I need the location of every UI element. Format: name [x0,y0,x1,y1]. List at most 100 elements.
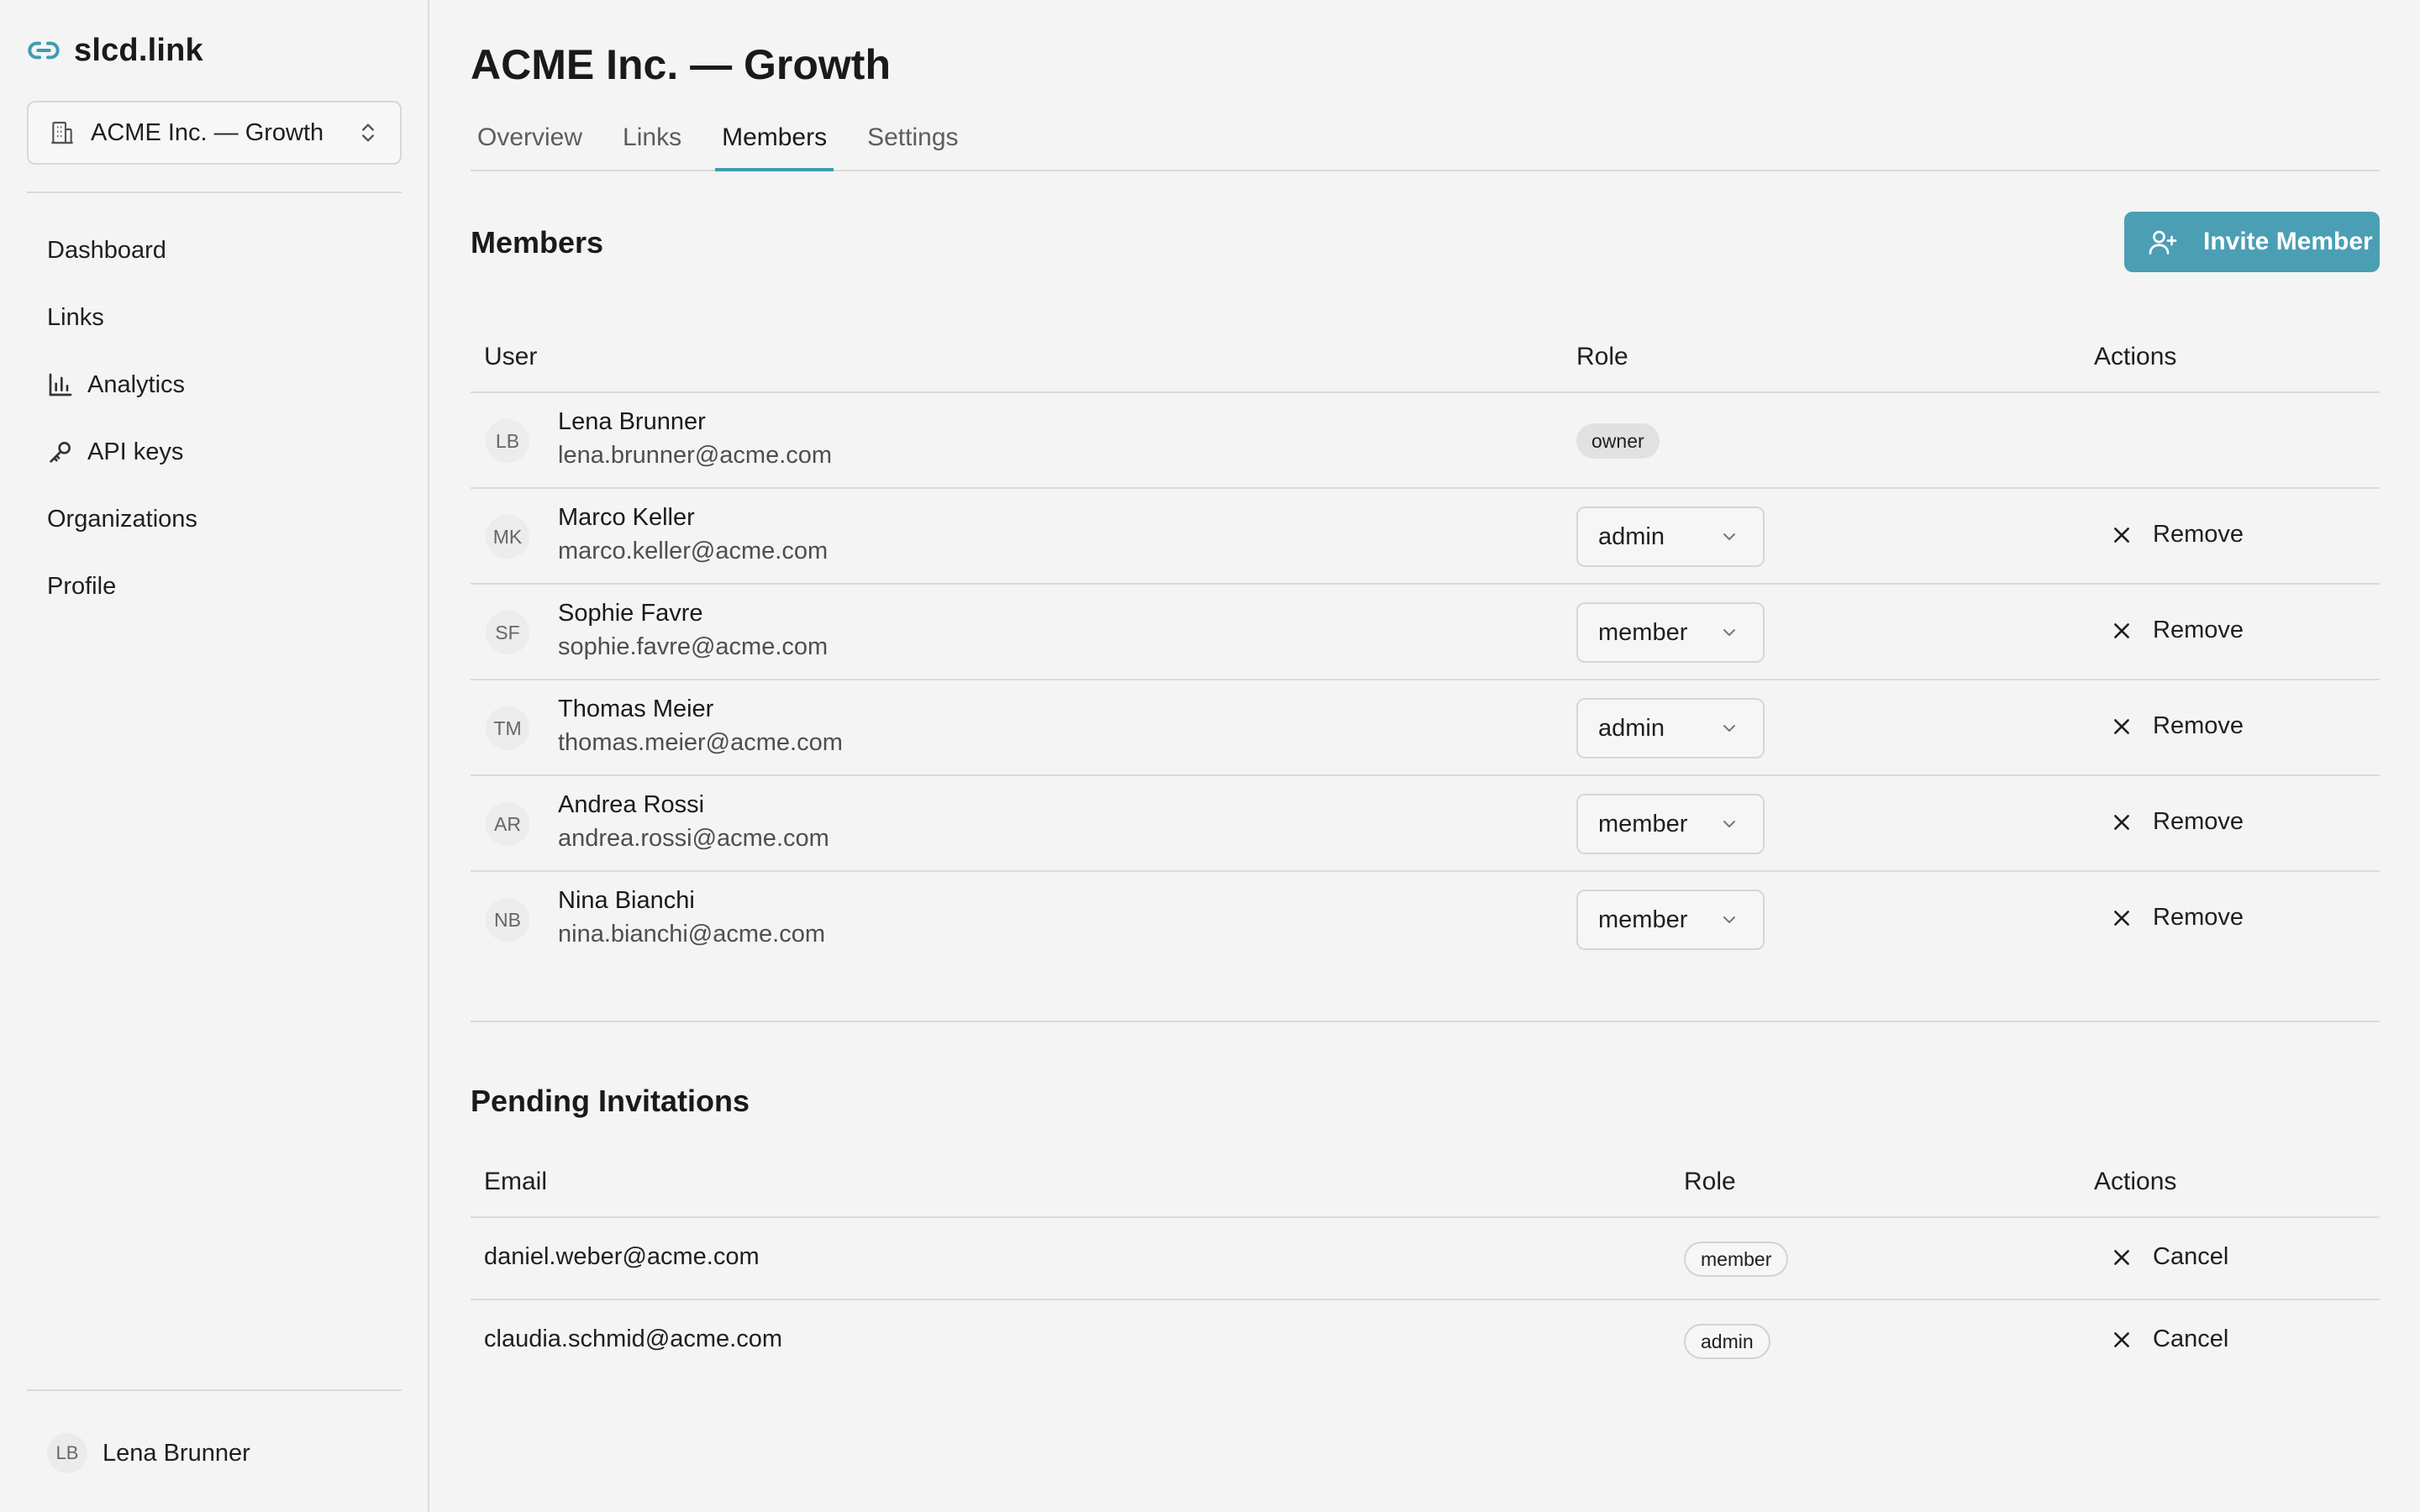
tab-members[interactable]: Members [715,114,834,171]
avatar: NB [486,898,529,942]
role-select-value: member [1598,810,1688,837]
user-plus-icon [2149,230,2177,255]
members-table: User Role Actions LB Lena Brunner lena.b… [471,299,2380,968]
member-name: Marco Keller [558,504,695,531]
sidebar-item-label: Dashboard [47,236,166,264]
role-select-value: admin [1598,714,1665,742]
remove-member-button[interactable]: Remove [2111,808,2244,836]
brand-name: slcd.link [74,32,203,68]
building-icon [51,121,73,144]
tab-links[interactable]: Links [616,114,688,170]
cancel-invitation-button[interactable]: Cancel [2111,1243,2228,1271]
remove-label: Remove [2153,521,2244,548]
brand[interactable]: slcd.link [27,30,203,71]
cancel-invitation-button[interactable]: Cancel [2111,1326,2228,1353]
member-email: andrea.rossi@acme.com [558,825,829,852]
column-header-actions: Actions [2094,1168,2177,1195]
sidebar-item-links[interactable]: Links [27,284,402,351]
remove-member-button[interactable]: Remove [2111,617,2244,644]
cancel-label: Cancel [2153,1243,2229,1270]
member-email: thomas.meier@acme.com [558,729,843,756]
chevron-down-icon [1723,533,1735,540]
role-select[interactable]: member [1576,890,1765,950]
tab-bar: Overview Links Members Settings [471,114,2380,171]
bar-chart-icon [49,373,72,396]
avatar: LB [486,419,529,463]
org-switcher[interactable]: ACME Inc. — Growth [27,101,402,165]
member-name: Sophie Favre [558,600,703,627]
section-divider [471,1021,2380,1022]
sidebar-nav: Dashboard Links Analytics API keys Organ… [27,217,402,620]
invite-member-button[interactable]: Invite Member [2124,212,2380,272]
sidebar-item-api-keys[interactable]: API keys [27,418,402,486]
role-badge: member [1684,1242,1789,1277]
tab-overview[interactable]: Overview [471,114,589,170]
chevron-down-icon [1723,629,1735,636]
remove-member-button[interactable]: Remove [2111,904,2244,932]
invitations-table-header: Email Role Actions [471,1124,2380,1218]
invitation-email: daniel.weber@acme.com [484,1243,760,1270]
members-title: Members [471,225,604,260]
sidebar-item-organizations[interactable]: Organizations [27,486,402,553]
avatar: LB [47,1433,87,1473]
table-row: MK Marco Keller marco.keller@acme.com ad… [471,489,2380,585]
table-row: claudia.schmid@acme.com admin Cancel [471,1300,2380,1383]
role-select[interactable]: admin [1576,698,1765,759]
current-user[interactable]: LB Lena Brunner [47,1433,250,1473]
sidebar-item-dashboard[interactable]: Dashboard [27,217,402,284]
remove-label: Remove [2153,617,2244,643]
role-select[interactable]: member [1576,602,1765,663]
table-row: TM Thomas Meier thomas.meier@acme.com ad… [471,680,2380,776]
sidebar-item-analytics[interactable]: Analytics [27,351,402,418]
member-email: marco.keller@acme.com [558,538,829,564]
members-table-header: User Role Actions [471,299,2380,393]
member-email: lena.brunner@acme.com [558,442,833,469]
role-select[interactable]: member [1576,794,1765,854]
close-icon [2114,527,2129,543]
invitations-table: Email Role Actions daniel.weber@acme.com… [471,1124,2380,1383]
column-header-user: User [484,343,538,370]
chevron-down-icon [1723,916,1735,923]
avatar: MK [486,515,529,559]
close-icon [2114,814,2129,830]
role-badge: admin [1684,1324,1770,1359]
current-user-name: Lena Brunner [103,1439,250,1467]
close-icon [2114,1249,2129,1265]
avatar: AR [486,802,529,846]
column-header-role: Role [1576,343,1628,370]
role-select[interactable]: admin [1576,507,1765,567]
sidebar-item-label: Analytics [87,370,186,398]
role-select-value: member [1598,618,1688,646]
link-icon [28,41,60,60]
member-email: nina.bianchi@acme.com [558,921,825,948]
page-title: ACME Inc. — Growth [471,41,891,88]
column-header-actions: Actions [2094,343,2177,370]
table-row: NB Nina Bianchi nina.bianchi@acme.com me… [471,872,2380,968]
role-badge: owner [1576,423,1660,459]
remove-member-button[interactable]: Remove [2111,521,2244,549]
close-icon [2114,910,2129,926]
chevron-down-icon [1723,725,1735,732]
invite-member-label: Invite Member [2203,228,2373,255]
remove-label: Remove [2153,712,2244,739]
invitation-email: claudia.schmid@acme.com [484,1326,783,1352]
remove-label: Remove [2153,904,2244,931]
sidebar: slcd.link ACME Inc. — Growth Dashboard L… [0,0,429,1512]
tab-settings[interactable]: Settings [860,114,965,170]
sidebar-item-profile[interactable]: Profile [27,553,402,620]
cancel-label: Cancel [2153,1326,2229,1352]
remove-member-button[interactable]: Remove [2111,712,2244,740]
table-row: AR Andrea Rossi andrea.rossi@acme.com me… [471,776,2380,872]
remove-label: Remove [2153,808,2244,835]
sidebar-item-label: Links [47,303,104,331]
key-icon [50,442,71,463]
close-icon [2114,718,2129,734]
role-select-value: member [1598,906,1688,933]
table-row: SF Sophie Favre sophie.favre@acme.com me… [471,585,2380,680]
member-name: Lena Brunner [558,408,706,435]
table-row: daniel.weber@acme.com member Cancel [471,1218,2380,1300]
sidebar-bottom-divider [27,1389,402,1391]
member-email: sophie.favre@acme.com [558,633,829,660]
role-select-value: admin [1598,522,1665,550]
member-name: Nina Bianchi [558,887,695,914]
